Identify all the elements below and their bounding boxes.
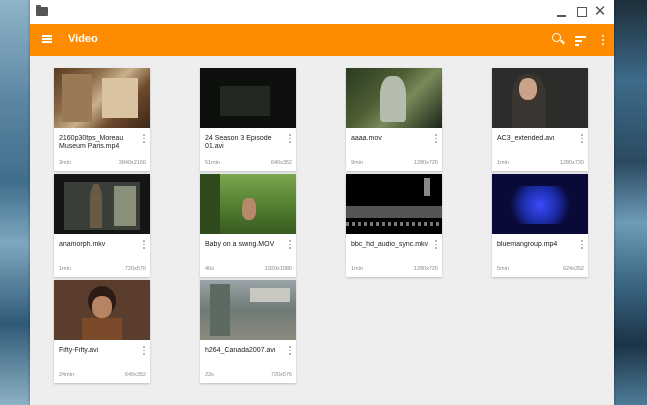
video-card[interactable]: bbc_hd_audio_sync.mkv 1min 1280x720 xyxy=(346,174,442,277)
video-thumbnail[interactable] xyxy=(346,174,442,234)
video-grid: 2160p30fps_Moreau Museum Paris.mp4 3min … xyxy=(30,56,614,405)
more-vert-icon[interactable] xyxy=(579,134,585,144)
video-card[interactable]: Fifty-Fifty.avi 24min 640x352 xyxy=(54,280,150,383)
video-card[interactable]: 2160p30fps_Moreau Museum Paris.mp4 3min … xyxy=(54,68,150,171)
video-resolution: 1280x720 xyxy=(413,266,438,272)
more-vert-icon[interactable] xyxy=(579,240,585,250)
video-title: h264_Canada2007.avi xyxy=(205,347,276,354)
video-resolution: 624x352 xyxy=(562,266,584,272)
video-card[interactable]: h264_Canada2007.avi 23s 720x576 xyxy=(200,280,296,383)
video-duration: 24min xyxy=(59,372,74,378)
more-vert-icon[interactable] xyxy=(287,240,293,250)
more-vert-icon[interactable] xyxy=(598,32,608,48)
toolbar-title: Video xyxy=(68,33,98,45)
video-duration: 1min xyxy=(59,266,71,272)
video-title: AC3_extended.avi xyxy=(497,135,555,142)
video-thumbnail[interactable] xyxy=(200,280,296,340)
video-resolution: 1280x720 xyxy=(559,160,584,166)
video-thumbnail[interactable] xyxy=(54,280,150,340)
maximize-button[interactable] xyxy=(574,4,590,20)
menu-icon[interactable] xyxy=(42,35,52,43)
search-icon[interactable] xyxy=(550,32,566,48)
video-resolution: 1920x1080 xyxy=(264,266,292,272)
video-thumbnail[interactable] xyxy=(200,174,296,234)
video-card[interactable]: Baby on a swing.MOV 40s 1920x1080 xyxy=(200,174,296,277)
video-thumbnail[interactable] xyxy=(200,68,296,128)
video-duration: 3min xyxy=(59,160,71,166)
video-duration: 9min xyxy=(351,160,363,166)
video-duration: 40s xyxy=(205,266,214,272)
video-duration: 23s xyxy=(205,372,214,378)
video-title: 2160p30fps_Moreau Museum Paris.mp4 xyxy=(59,135,124,150)
video-resolution: 3840x2160 xyxy=(118,160,146,166)
video-thumbnail[interactable] xyxy=(492,174,588,234)
video-thumbnail[interactable] xyxy=(492,68,588,128)
video-thumbnail[interactable] xyxy=(54,174,150,234)
video-title: Fifty-Fifty.avi xyxy=(59,347,99,354)
more-vert-icon[interactable] xyxy=(433,240,439,250)
app-toolbar: Video xyxy=(30,24,614,56)
folder-app-icon xyxy=(36,5,48,16)
video-title: bluemangroup.mp4 xyxy=(497,241,558,248)
video-resolution: 720x576 xyxy=(124,266,146,272)
more-vert-icon[interactable] xyxy=(287,346,293,356)
video-title: aaaa.mov xyxy=(351,135,382,142)
video-card[interactable]: bluemangroup.mp4 5min 624x352 xyxy=(492,174,588,277)
video-card[interactable]: AC3_extended.avi 1min 1280x720 xyxy=(492,68,588,171)
more-vert-icon[interactable] xyxy=(433,134,439,144)
title-bar: ✕ xyxy=(30,0,614,24)
video-resolution: 1280x720 xyxy=(413,160,438,166)
more-vert-icon[interactable] xyxy=(287,134,293,144)
more-vert-icon[interactable] xyxy=(141,134,147,144)
video-duration: 1min xyxy=(351,266,363,272)
video-card[interactable]: aaaa.mov 9min 1280x720 xyxy=(346,68,442,171)
desktop-wallpaper-left xyxy=(0,0,30,405)
video-thumbnail[interactable] xyxy=(54,68,150,128)
minimize-button[interactable] xyxy=(554,4,570,20)
video-thumbnail[interactable] xyxy=(346,68,442,128)
more-vert-icon[interactable] xyxy=(141,346,147,356)
video-title: anamorph.mkv xyxy=(59,241,106,248)
video-resolution: 640x352 xyxy=(270,160,292,166)
video-duration: 51min xyxy=(205,160,220,166)
video-resolution: 720x576 xyxy=(270,372,292,378)
video-duration: 1min xyxy=(497,160,509,166)
video-title: bbc_hd_audio_sync.mkv xyxy=(351,241,429,248)
video-title: 24 Season 3 Episode 01.avi xyxy=(205,135,272,150)
video-title: Baby on a swing.MOV xyxy=(205,241,275,248)
video-duration: 5min xyxy=(497,266,509,272)
close-button[interactable]: ✕ xyxy=(592,4,608,20)
video-resolution: 640x352 xyxy=(124,372,146,378)
more-vert-icon[interactable] xyxy=(141,240,147,250)
sort-icon[interactable] xyxy=(573,32,589,48)
video-card[interactable]: 24 Season 3 Episode 01.avi 51min 640x352 xyxy=(200,68,296,171)
app-window: ✕ Video 2160p30fps_Moreau Museum Paris.m… xyxy=(30,0,614,405)
desktop-wallpaper-right xyxy=(613,0,647,405)
video-card[interactable]: anamorph.mkv 1min 720x576 xyxy=(54,174,150,277)
